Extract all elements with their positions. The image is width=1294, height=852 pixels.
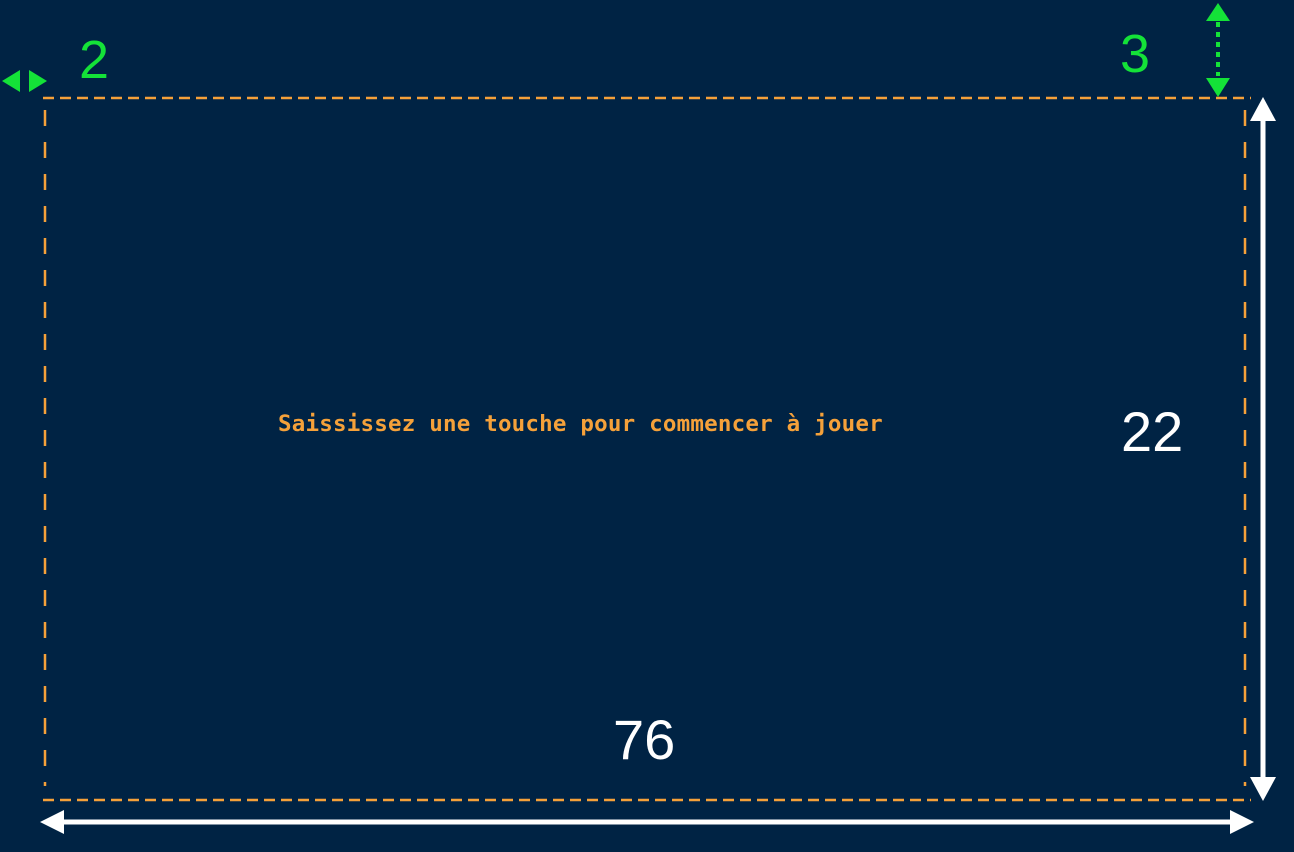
game-frame-border <box>43 96 1251 802</box>
left-offset-label: 2 <box>79 30 110 90</box>
terminal-screen: Saississez une touche pour commencer à j… <box>0 0 1294 852</box>
left-offset-arrow-icon <box>2 70 47 92</box>
width-arrow-icon <box>40 810 1254 834</box>
top-offset-arrow-icon <box>1206 3 1230 97</box>
start-game-message: Saississez une touche pour commencer à j… <box>278 411 883 437</box>
height-arrow-icon <box>1250 97 1276 801</box>
frame-height-label: 22 <box>1121 400 1184 463</box>
top-offset-label: 3 <box>1120 24 1151 84</box>
frame-width-label: 76 <box>613 708 676 771</box>
